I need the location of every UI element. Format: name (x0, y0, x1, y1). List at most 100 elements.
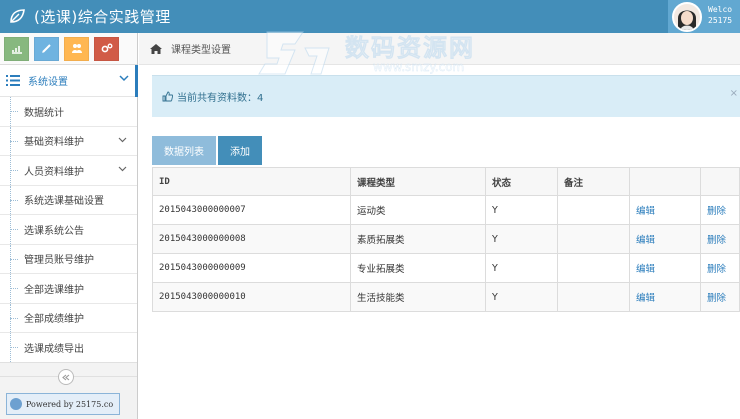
sidebar-item-admin-accounts[interactable]: 管理员账号维护 (0, 244, 137, 274)
column-header-edit (629, 167, 701, 196)
edit-cell: 编辑 (629, 224, 701, 254)
table-row: 2015043000000008 素质拓展类 Y 编辑 删除 (152, 224, 740, 254)
sidebar-item-all-grades[interactable]: 全部成绩维护 (0, 303, 137, 333)
edit-cell: 编辑 (629, 282, 701, 312)
breadcrumb: 课程类型设置 (139, 33, 740, 65)
breadcrumb-current: 课程类型设置 (171, 45, 231, 56)
delete-cell: 删除 (700, 195, 740, 225)
sidebar-collapse-bar (0, 362, 137, 390)
username: 25175 (708, 16, 733, 25)
cell-id: 2015043000000010 (152, 282, 351, 312)
chevron-down-icon (118, 166, 127, 172)
chart-shortcut-button[interactable] (4, 36, 29, 61)
cell-state: Y (485, 253, 558, 283)
sidebar-item-statistics[interactable]: 数据统计 (0, 97, 137, 127)
edit-link[interactable]: 编辑 (636, 235, 655, 246)
user-menu[interactable]: Welco 25175 (668, 0, 740, 33)
delete-cell: 删除 (700, 224, 740, 254)
cell-state: Y (485, 224, 558, 254)
browser-icon (10, 398, 22, 410)
top-navbar: (选课)综合实践管理 Welco 25175 (0, 0, 740, 33)
sidebar-item-label: 全部成绩维护 (24, 314, 84, 326)
delete-cell: 删除 (700, 253, 740, 283)
main-content: 课程类型设置 当前共有资料数：4 × 数据列表 添加 ID 课程类型 状态 备注… (139, 33, 740, 419)
cell-note (557, 195, 630, 225)
sidebar-item-label: 系统选课基础设置 (24, 196, 104, 208)
chevron-down-icon (119, 75, 129, 82)
chart-icon (11, 45, 22, 54)
delete-link[interactable]: 删除 (707, 264, 726, 275)
leaf-logo-icon (10, 9, 25, 23)
sidebar-item-course-settings[interactable]: 系统选课基础设置 (0, 185, 137, 215)
cell-type: 生活技能类 (350, 282, 486, 312)
edit-link[interactable]: 编辑 (636, 293, 655, 304)
record-count-text: 当前共有资料数：4 (177, 93, 264, 104)
sidebar-item-label: 数据统计 (24, 107, 64, 119)
column-header-delete (700, 167, 740, 196)
users-shortcut-button[interactable] (64, 36, 89, 61)
list-icon (6, 75, 20, 86)
cell-type: 素质拓展类 (350, 224, 486, 254)
sidebar-item-personnel[interactable]: 人员资料维护 (0, 156, 137, 186)
chevron-down-icon (118, 137, 127, 142)
thumbs-up-icon (162, 91, 173, 102)
cell-state: Y (485, 282, 558, 312)
edit-cell: 编辑 (629, 195, 701, 225)
column-header-note: 备注 (557, 167, 630, 196)
cell-state: Y (485, 195, 558, 225)
close-icon[interactable]: × (730, 88, 738, 99)
sidebar-collapse-button[interactable] (58, 369, 74, 385)
sidebar-item-all-courses[interactable]: 全部选课维护 (0, 274, 137, 304)
edit-cell: 编辑 (629, 253, 701, 283)
welcome-text: Welco 25175 (708, 4, 732, 26)
tab-add[interactable]: 添加 (218, 136, 262, 165)
tab-data-list[interactable]: 数据列表 (152, 136, 216, 165)
cogs-icon (101, 43, 112, 53)
home-icon[interactable] (149, 43, 163, 55)
cell-note (557, 253, 630, 283)
delete-cell: 删除 (700, 282, 740, 312)
sidebar-item-grade-export[interactable]: 选课成绩导出 (0, 333, 137, 363)
sidebar-item-label: 管理员账号维护 (24, 255, 94, 267)
table-header-row: ID 课程类型 状态 备注 (152, 167, 740, 196)
tab-bar: 数据列表 添加 (152, 136, 262, 165)
sidebar-item-label: 基础资料维护 (24, 137, 84, 149)
cell-note (557, 224, 630, 254)
pencil-icon (42, 44, 51, 53)
cell-id: 2015043000000007 (152, 195, 351, 225)
cell-id: 2015043000000008 (152, 224, 351, 254)
settings-shortcut-button[interactable] (94, 36, 119, 61)
sidebar-item-basic-data[interactable]: 基础资料维护 (0, 126, 137, 156)
cell-type: 专业拓展类 (350, 253, 486, 283)
course-type-table: ID 课程类型 状态 备注 2015043000000007 运动类 Y 编辑 … (152, 167, 740, 312)
sidebar-section-label: 系统设置 (28, 77, 68, 88)
table-row: 2015043000000009 专业拓展类 Y 编辑 删除 (152, 253, 740, 283)
avatar (672, 2, 702, 32)
brand[interactable]: (选课)综合实践管理 (8, 6, 171, 26)
sidebar-item-label: 全部选课维护 (24, 284, 84, 296)
table-row: 2015043000000010 生活技能类 Y 编辑 删除 (152, 282, 740, 312)
users-icon (71, 44, 82, 53)
column-header-type: 课程类型 (350, 167, 486, 196)
table-row: 2015043000000007 运动类 Y 编辑 删除 (152, 195, 740, 225)
sidebar-shortcuts (0, 33, 137, 65)
sidebar-item-announcements[interactable]: 选课系统公告 (0, 215, 137, 245)
edit-link[interactable]: 编辑 (636, 264, 655, 275)
sidebar-item-label: 选课系统公告 (24, 225, 84, 237)
cell-note (557, 282, 630, 312)
column-header-id: ID (152, 167, 351, 196)
sidebar-item-system-settings[interactable]: 系统设置 (0, 65, 138, 97)
edit-link[interactable]: 编辑 (636, 206, 655, 217)
column-header-state: 状态 (485, 167, 558, 196)
sidebar-item-label: 人员资料维护 (24, 166, 84, 178)
delete-link[interactable]: 删除 (707, 293, 726, 304)
cell-type: 运动类 (350, 195, 486, 225)
delete-link[interactable]: 删除 (707, 235, 726, 246)
app-title: (选课)综合实践管理 (34, 7, 171, 26)
sidebar-submenu: 数据统计 基础资料维护 人员资料维护 系统选课基础设置 选课系统公告 管理员账号… (0, 97, 137, 363)
powered-by-badge[interactable]: Powered by 25175.co (6, 393, 120, 415)
sidebar-item-label: 选课成绩导出 (24, 343, 84, 355)
edit-shortcut-button[interactable] (34, 36, 59, 61)
cell-id: 2015043000000009 (152, 253, 351, 283)
delete-link[interactable]: 删除 (707, 206, 726, 217)
